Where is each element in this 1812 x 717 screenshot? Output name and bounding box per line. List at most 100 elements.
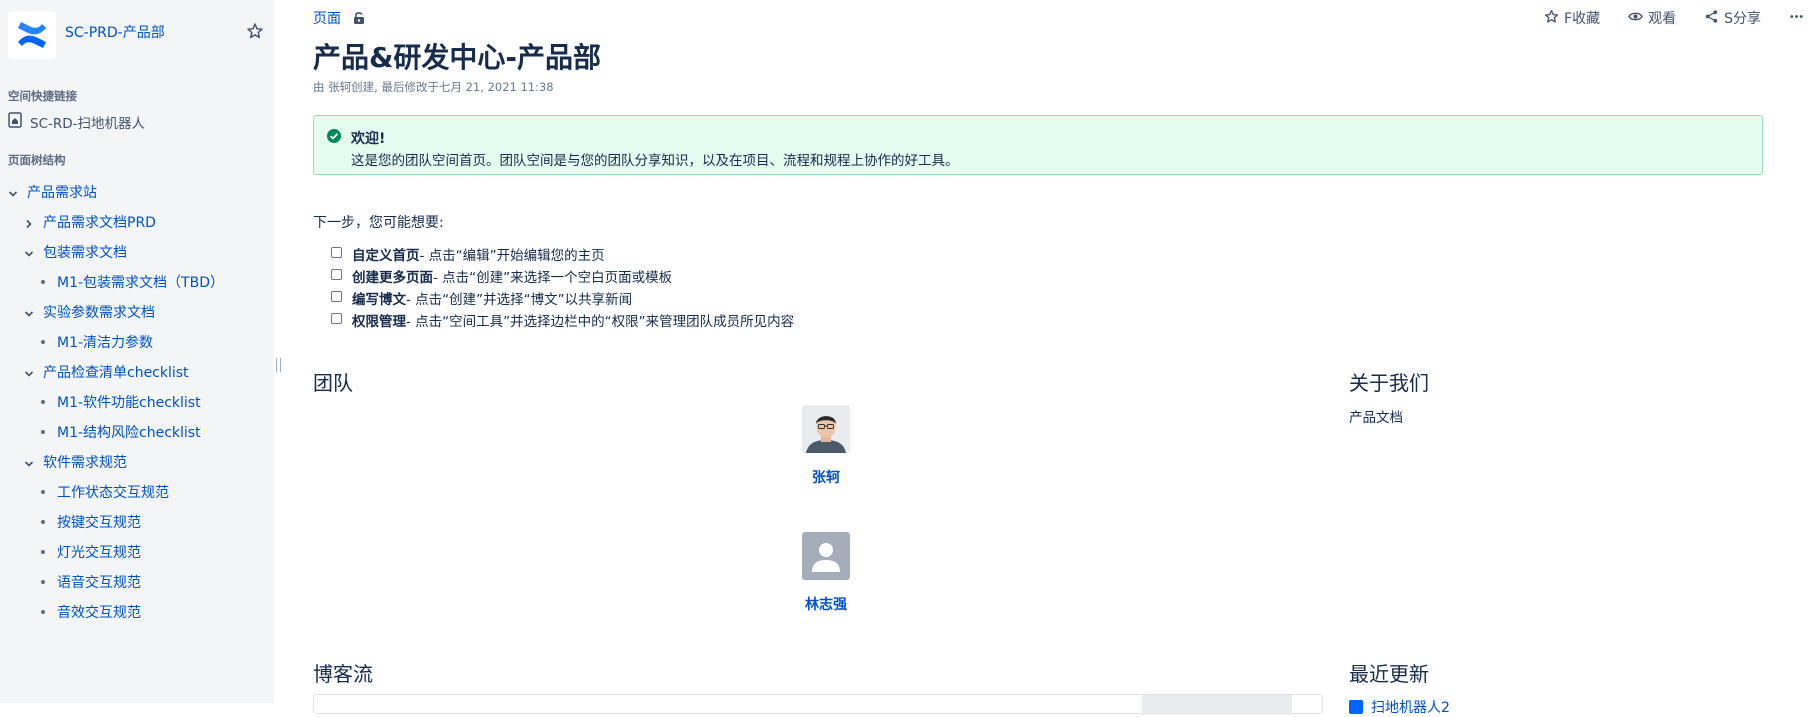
unlock-icon[interactable] — [353, 11, 365, 25]
welcome-text: 这是您的团队空间首页。团队空间是与您的团队分享知识，以及在项目、流程和规程上协作… — [351, 153, 959, 169]
shortcuts-heading: 空间快捷链接 — [8, 89, 77, 103]
task-checkbox[interactable] — [331, 246, 342, 258]
chevron-down-icon[interactable] — [24, 457, 34, 467]
welcome-title: 欢迎! — [351, 131, 386, 147]
tree-item-label[interactable]: 灯光交互规范 — [57, 542, 141, 562]
task-checkbox[interactable] — [331, 312, 342, 324]
tree-item[interactable]: 包装需求文档 — [0, 237, 274, 267]
success-check-icon — [326, 128, 342, 144]
tree-item-label[interactable]: M1-软件功能checklist — [57, 392, 201, 412]
task-item: 创建更多页面 - 点击“创建”来选择一个空白页面或模板 — [331, 265, 794, 287]
team-member: 张轲 — [793, 405, 859, 487]
avatar[interactable] — [802, 405, 850, 453]
chevron-right-icon[interactable] — [24, 217, 34, 229]
default-avatar-icon[interactable] — [802, 532, 850, 580]
tree-item-label[interactable]: M1-清洁力参数 — [57, 332, 153, 352]
tree-item[interactable]: 按键交互规范 — [0, 507, 274, 537]
recent-update-item[interactable]: 扫地机器人2 — [1349, 697, 1450, 717]
chevron-down-icon[interactable] — [24, 367, 34, 377]
member-name[interactable]: 林志强 — [793, 594, 859, 614]
recent-update-label: 扫地机器人2 — [1371, 700, 1450, 716]
tree-item-label[interactable]: 包装需求文档 — [43, 242, 127, 262]
bullet-icon — [41, 580, 45, 584]
tree-item[interactable]: 产品需求站 — [0, 177, 274, 207]
blog-stream-container — [313, 694, 1323, 715]
tree-item[interactable]: 工作状态交互规范 — [0, 477, 274, 507]
bullet-icon — [41, 430, 45, 434]
save-label: F收藏 — [1564, 11, 1601, 27]
tree-item-label[interactable]: M1-结构风险checklist — [57, 422, 201, 442]
save-for-later-button[interactable]: F收藏 — [1544, 8, 1600, 28]
tree-item[interactable]: M1-结构风险checklist — [0, 417, 274, 447]
tree-item[interactable]: 音效交互规范 — [0, 597, 274, 627]
space-sidebar: SC-PRD-产品部 空间快捷链接 SC-RD-扫地机器人 页面树结构 产品需求… — [0, 0, 274, 703]
more-icon — [1789, 9, 1804, 28]
breadcrumb: 页面 — [313, 8, 365, 28]
tree-item-label[interactable]: 产品检查清单checklist — [43, 362, 189, 382]
tree-item[interactable]: 产品检查清单checklist — [0, 357, 274, 387]
tree-item-label[interactable]: 按键交互规范 — [57, 512, 141, 532]
member-name[interactable]: 张轲 — [793, 467, 859, 487]
page-content: 页面 F收藏 观看 S分享 产品&研发中心-产品部 由 张轲创建, 最后修改于七… — [313, 0, 1812, 716]
chevron-down-icon[interactable] — [8, 187, 18, 197]
task-title: 权限管理 — [352, 314, 406, 330]
bullet-icon — [41, 280, 45, 284]
tree-item-label[interactable]: 音效交互规范 — [57, 602, 141, 622]
task-list: 自定义首页 - 点击“编辑”开始编辑您的主页 创建更多页面 - 点击“创建”来选… — [331, 243, 794, 331]
task-text: - 点击“创建”并选择“博文”以共享新闻 — [406, 292, 633, 308]
page-icon — [1349, 700, 1363, 714]
task-title: 创建更多页面 — [352, 270, 433, 286]
about-heading: 关于我们 — [1349, 371, 1429, 395]
eye-icon — [1628, 9, 1643, 28]
blog-placeholder — [1142, 695, 1292, 715]
tree-item[interactable]: 软件需求规范 — [0, 447, 274, 477]
about-text: 产品文档 — [1349, 410, 1403, 426]
space-name-link[interactable]: SC-PRD-产品部 — [65, 22, 165, 42]
task-text: - 点击“编辑”开始编辑您的主页 — [419, 248, 605, 264]
tree-item-label[interactable]: 实验参数需求文档 — [43, 302, 155, 322]
bullet-icon — [41, 400, 45, 404]
tree-item[interactable]: 灯光交互规范 — [0, 537, 274, 567]
tree-item[interactable]: 语音交互规范 — [0, 567, 274, 597]
chevron-down-icon[interactable] — [24, 247, 34, 257]
next-steps-heading: 下一步，您可能想要: — [313, 215, 444, 231]
space-header: SC-PRD-产品部 — [8, 8, 266, 59]
page-actions: F收藏 观看 S分享 — [1544, 8, 1804, 28]
bullet-icon — [41, 340, 45, 344]
more-actions-button[interactable] — [1789, 9, 1804, 28]
sidebar-resize-handle[interactable] — [276, 358, 281, 372]
bullet-icon — [41, 550, 45, 554]
tree-item-label[interactable]: 产品需求站 — [27, 182, 97, 202]
tree-item-label[interactable]: 工作状态交互规范 — [57, 482, 169, 502]
welcome-panel: 欢迎! 这是您的团队空间首页。团队空间是与您的团队分享知识，以及在项目、流程和规… — [313, 115, 1763, 175]
tree-item-label[interactable]: M1-包装需求文档（TBD） — [57, 272, 224, 292]
star-icon[interactable] — [246, 22, 264, 40]
tree-item[interactable]: M1-软件功能checklist — [0, 387, 274, 417]
task-item: 权限管理 - 点击“空间工具”并选择边栏中的“权限”来管理团队成员所见内容 — [331, 309, 794, 331]
tree-item[interactable]: 产品需求文档PRD — [0, 207, 274, 237]
share-button[interactable]: S分享 — [1704, 8, 1761, 28]
page-tree: 产品需求站 产品需求文档PRD 包装需求文档 M1-包装需求文档（TBD） 实验… — [0, 177, 274, 627]
tree-item[interactable]: M1-包装需求文档（TBD） — [0, 267, 274, 297]
share-label: S分享 — [1724, 11, 1761, 27]
tree-item-label[interactable]: 语音交互规范 — [57, 572, 141, 592]
shortcut-label: SC-RD-扫地机器人 — [30, 116, 146, 132]
tree-item[interactable]: 实验参数需求文档 — [0, 297, 274, 327]
tree-item-label[interactable]: 软件需求规范 — [43, 452, 127, 472]
page-byline: 由 张轲创建, 最后修改于七月 21, 2021 11:38 — [313, 80, 554, 94]
breadcrumb-pages-link[interactable]: 页面 — [313, 8, 341, 28]
confluence-logo-icon[interactable] — [8, 11, 56, 59]
tree-item[interactable]: M1-清洁力参数 — [0, 327, 274, 357]
bullet-icon — [41, 610, 45, 614]
chevron-down-icon[interactable] — [24, 307, 34, 317]
tree-item-label[interactable]: 产品需求文档PRD — [43, 212, 156, 232]
shortcut-link[interactable]: SC-RD-扫地机器人 — [8, 112, 145, 132]
task-checkbox[interactable] — [331, 290, 342, 302]
share-icon — [1704, 9, 1719, 28]
task-checkbox[interactable] — [331, 268, 342, 280]
watch-button[interactable]: 观看 — [1628, 8, 1676, 28]
page-tree-heading: 页面树结构 — [8, 153, 66, 167]
task-text: - 点击“创建”来选择一个空白页面或模板 — [433, 270, 673, 286]
watch-label: 观看 — [1648, 11, 1677, 27]
space-home-icon — [8, 112, 22, 132]
